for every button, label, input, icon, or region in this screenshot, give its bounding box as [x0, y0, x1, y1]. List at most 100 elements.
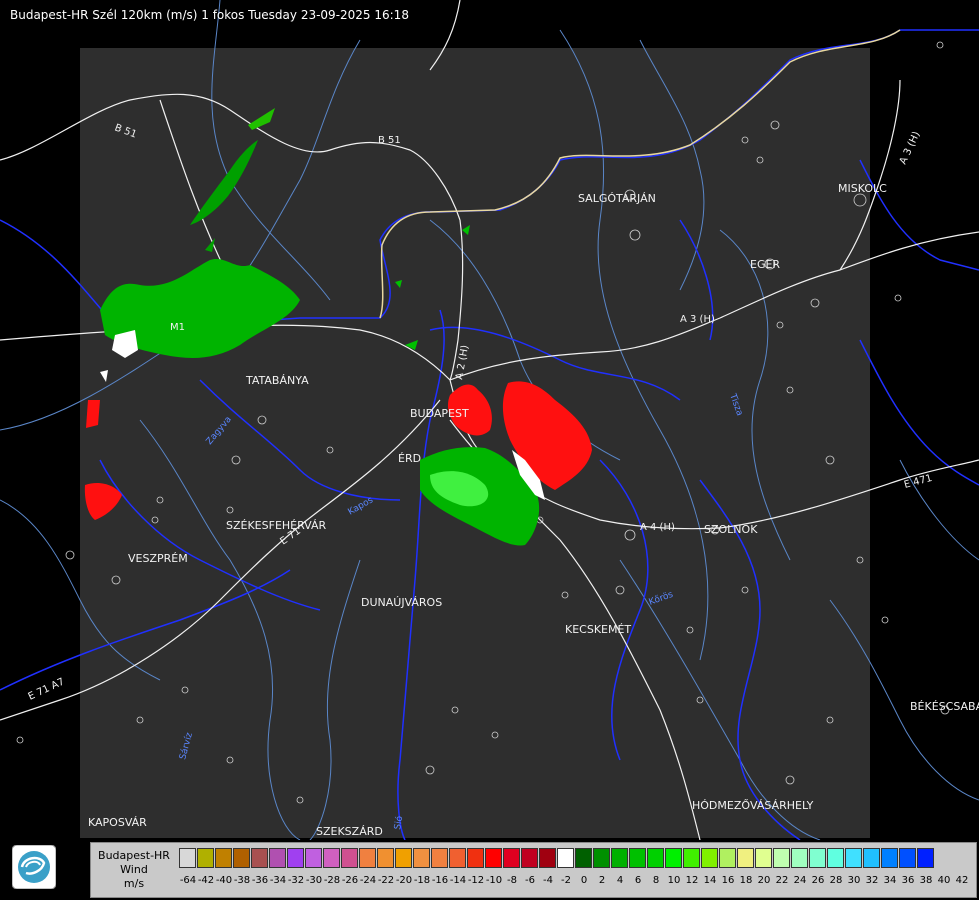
legend-swatch: [485, 848, 502, 868]
legend-swatch: [809, 848, 826, 868]
legend-swatch: [449, 848, 466, 868]
legend-swatch: [467, 848, 484, 868]
legend-swatch: [413, 848, 430, 868]
city-label-bekescsaba: BÉKÉSCSABA: [910, 700, 979, 713]
legend-swatch: [791, 848, 808, 868]
legend-swatch: [827, 848, 844, 868]
legend-tick: 4: [616, 875, 624, 886]
legend-tick: -12: [467, 875, 485, 886]
legend-swatch: [611, 848, 628, 868]
legend-tick: 34: [883, 875, 897, 886]
wind-legend: Budapest-HR Wind m/s -64 -42 -40 -38 -36 -34-…: [90, 842, 977, 898]
road-label-e471: E 471: [903, 473, 933, 491]
legend-tick: 36: [901, 875, 915, 886]
road-label-a3-ne: A 3 (H): [898, 130, 923, 166]
road-label-a3: A 3 (H): [680, 314, 715, 325]
legend-swatch: [683, 848, 700, 868]
legend-swatch: [359, 848, 376, 868]
city-label-veszprem: VESZPRÉM: [128, 552, 188, 565]
legend-tick: 6: [634, 875, 642, 886]
legend-swatch: [269, 848, 286, 868]
legend-tick: -38: [233, 875, 251, 886]
legend-tick: -14: [449, 875, 467, 886]
legend-tick: 10: [667, 875, 681, 886]
legend-swatch: [557, 848, 574, 868]
legend-swatch: [197, 848, 214, 868]
city-label-szolnok: SZOLNOK: [704, 523, 758, 536]
legend-swatch: [395, 848, 412, 868]
legend-tick: -32: [287, 875, 305, 886]
legend-swatch: [629, 848, 646, 868]
legend-quantity: Wind: [120, 863, 148, 876]
legend-tick: 38: [919, 875, 933, 886]
legend-tick: 40: [937, 875, 951, 886]
legend-swatch: [305, 848, 322, 868]
legend-unit: m/s: [123, 877, 145, 890]
radar-coverage-area: [80, 48, 870, 838]
city-label-tatabanya: TATABÁNYA: [245, 374, 309, 387]
road-label-m1: M1: [170, 322, 185, 333]
legend-tick: 22: [775, 875, 789, 886]
legend-swatch: [539, 848, 556, 868]
legend-tick: 42: [955, 875, 969, 886]
legend-swatch: [503, 848, 520, 868]
legend-tick: 32: [865, 875, 879, 886]
legend-tick: -8: [507, 875, 517, 886]
legend-tick: 26: [811, 875, 825, 886]
legend-swatch: [575, 848, 592, 868]
legend-swatch: [899, 848, 916, 868]
legend-tick: -30: [305, 875, 323, 886]
legend-swatch: [881, 848, 898, 868]
legend-swatch: [755, 848, 772, 868]
legend-tick: -24: [359, 875, 377, 886]
city-label-erd: ÉRD: [398, 452, 421, 465]
legend-swatch: [917, 848, 934, 868]
legend-radar-name: Budapest-HR: [98, 849, 170, 862]
legend-tick: -40: [215, 875, 233, 886]
legend-swatch: [251, 848, 268, 868]
legend-tick: 20: [757, 875, 771, 886]
legend-tick: -26: [341, 875, 359, 886]
legend-tick: 2: [598, 875, 606, 886]
legend-color-swatches: [179, 848, 935, 870]
legend-swatch: [863, 848, 880, 868]
legend-swatch: [215, 848, 232, 868]
legend-tick: -22: [377, 875, 395, 886]
legend-tick: -2: [561, 875, 571, 886]
legend-swatch: [287, 848, 304, 868]
legend-tick: -4: [543, 875, 553, 886]
legend-tick: -6: [525, 875, 535, 886]
city-label-dunaujvaros: DUNAÚJVÁROS: [361, 596, 442, 609]
legend-tick: 30: [847, 875, 861, 886]
legend-tick: -34: [269, 875, 287, 886]
legend-tick: 12: [685, 875, 699, 886]
legend-swatch: [323, 848, 340, 868]
legend-tick: -42: [197, 875, 215, 886]
city-label-salgotarjan: SALGÓTARJÁN: [578, 192, 656, 205]
legend-title: Budapest-HR Wind m/s: [91, 843, 177, 897]
city-label-kaposvar: KAPOSVÁR: [88, 816, 147, 829]
legend-swatch: [179, 848, 196, 868]
legend-swatch: [233, 848, 250, 868]
city-label-kecskemet: KECSKEMÉT: [565, 623, 631, 636]
legend-swatch: [701, 848, 718, 868]
city-label-miskolc: MISKOLC: [838, 182, 887, 195]
met-service-logo: [12, 845, 56, 889]
road-label-e71: E 71 A7: [27, 676, 67, 702]
legend-swatch: [431, 848, 448, 868]
city-label-budapest: BUDAPEST: [410, 407, 469, 420]
legend-swatch: [647, 848, 664, 868]
road-label-a4: A 4 (H): [640, 522, 675, 533]
legend-swatch: [665, 848, 682, 868]
legend-tick: -36: [251, 875, 269, 886]
city-label-eger: EGER: [750, 258, 780, 271]
legend-swatch: [845, 848, 862, 868]
road-label-b51-east: B 51: [378, 135, 401, 146]
legend-tick: -10: [485, 875, 503, 886]
legend-tick: 16: [721, 875, 735, 886]
legend-tick: 24: [793, 875, 807, 886]
legend-swatch: [341, 848, 358, 868]
legend-tick-labels: -64 -42 -40 -38 -36 -34 -32 -30 -28 -26 -24 -22 -20-…: [179, 875, 971, 891]
legend-swatch: [719, 848, 736, 868]
legend-tick: 0: [580, 875, 588, 886]
